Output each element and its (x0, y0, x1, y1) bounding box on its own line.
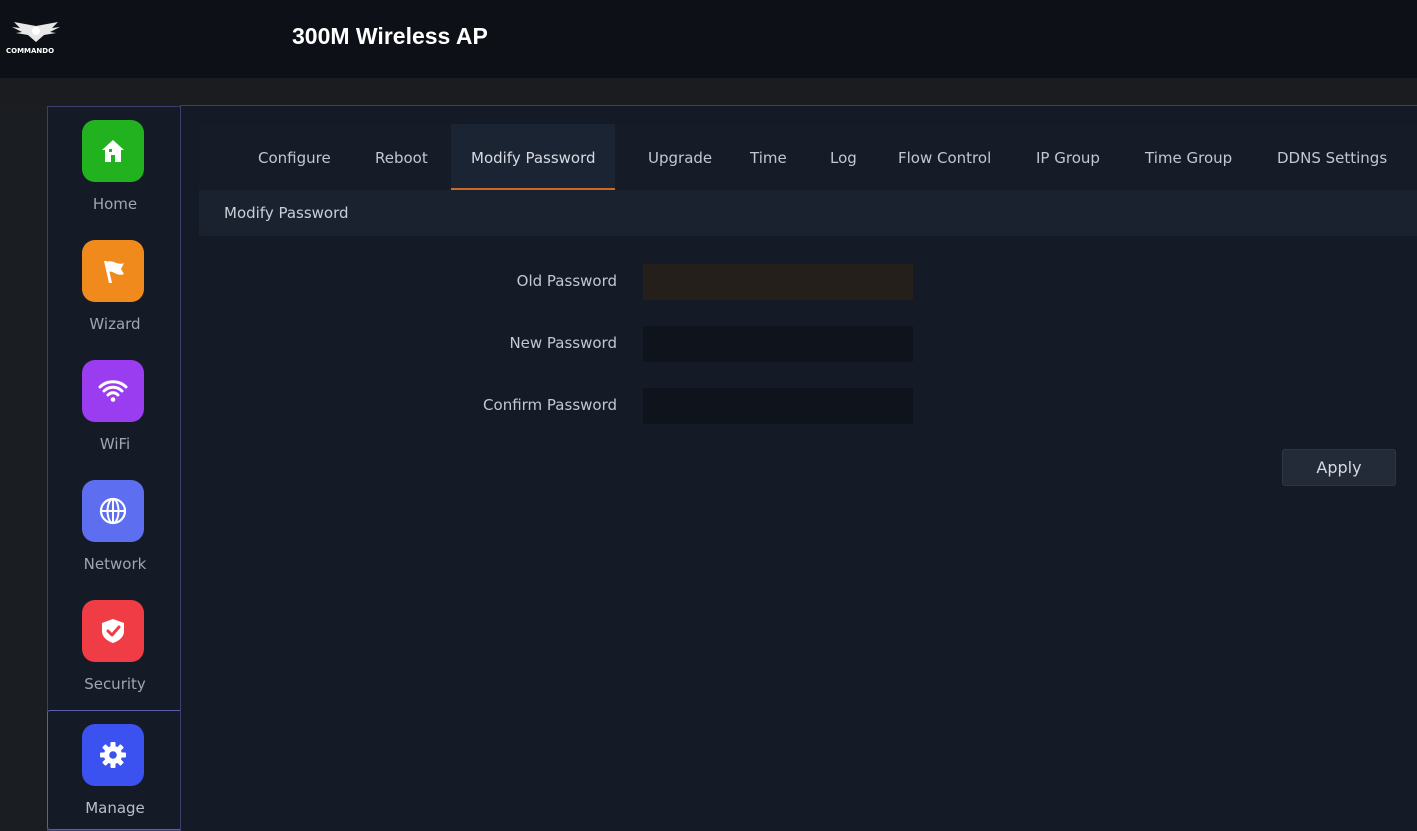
sidebar-item-label: Network (83, 555, 147, 573)
commando-logo: COMMANDO (6, 20, 66, 60)
logo-text: COMMANDO (6, 47, 55, 55)
header-divider-strip (0, 78, 1417, 106)
tab-flow-control[interactable]: Flow Control (898, 124, 991, 190)
sidebar-item-label: Wizard (89, 315, 141, 333)
wifi-icon (82, 360, 144, 422)
main-content-panel: Configure Reboot Modify Password Upgrade… (180, 105, 1417, 831)
apply-button[interactable]: Apply (1282, 449, 1396, 486)
sidebar-item-security[interactable]: Security (48, 587, 182, 707)
flag-icon (82, 240, 144, 302)
tab-ddns-settings[interactable]: DDNS Settings (1277, 124, 1387, 190)
new-password-field[interactable] (643, 326, 913, 362)
tab-modify-password[interactable]: Modify Password (451, 124, 615, 190)
tab-time-group[interactable]: Time Group (1145, 124, 1232, 190)
section-header: Modify Password (199, 190, 1417, 236)
gear-icon (82, 724, 144, 786)
old-password-label: Old Password (516, 272, 617, 290)
sidebar-item-label: Home (92, 195, 138, 213)
sidebar-item-home[interactable]: Home (48, 107, 182, 227)
new-password-label: New Password (509, 334, 617, 352)
section-title: Modify Password (224, 204, 349, 222)
tab-time[interactable]: Time (750, 124, 787, 190)
old-password-field[interactable] (643, 264, 913, 300)
tab-bar: Configure Reboot Modify Password Upgrade… (199, 124, 1417, 190)
sidebar-item-manage[interactable]: Manage (47, 710, 183, 830)
confirm-password-field[interactable] (643, 388, 913, 424)
sidebar-item-wizard[interactable]: Wizard (48, 227, 182, 347)
tab-log[interactable]: Log (830, 124, 857, 190)
sidebar-item-network[interactable]: Network (48, 467, 182, 587)
sidebar-item-wifi[interactable]: WiFi (48, 347, 182, 467)
confirm-password-label: Confirm Password (483, 396, 617, 414)
tab-upgrade[interactable]: Upgrade (648, 124, 712, 190)
tab-reboot[interactable]: Reboot (375, 124, 428, 190)
page-title: 300M Wireless AP (292, 23, 488, 49)
sidebar-item-label: Manage (85, 799, 145, 817)
top-header: COMMANDO 300M Wireless AP (0, 0, 1417, 78)
shield-icon (82, 600, 144, 662)
sidebar: Home Wizard WiFi Network Security Manage (47, 106, 183, 831)
globe-icon (82, 480, 144, 542)
tab-configure[interactable]: Configure (258, 124, 331, 190)
tab-ip-group[interactable]: IP Group (1036, 124, 1100, 190)
sidebar-item-label: WiFi (99, 435, 131, 453)
home-icon (82, 120, 144, 182)
sidebar-item-label: Security (84, 675, 146, 693)
